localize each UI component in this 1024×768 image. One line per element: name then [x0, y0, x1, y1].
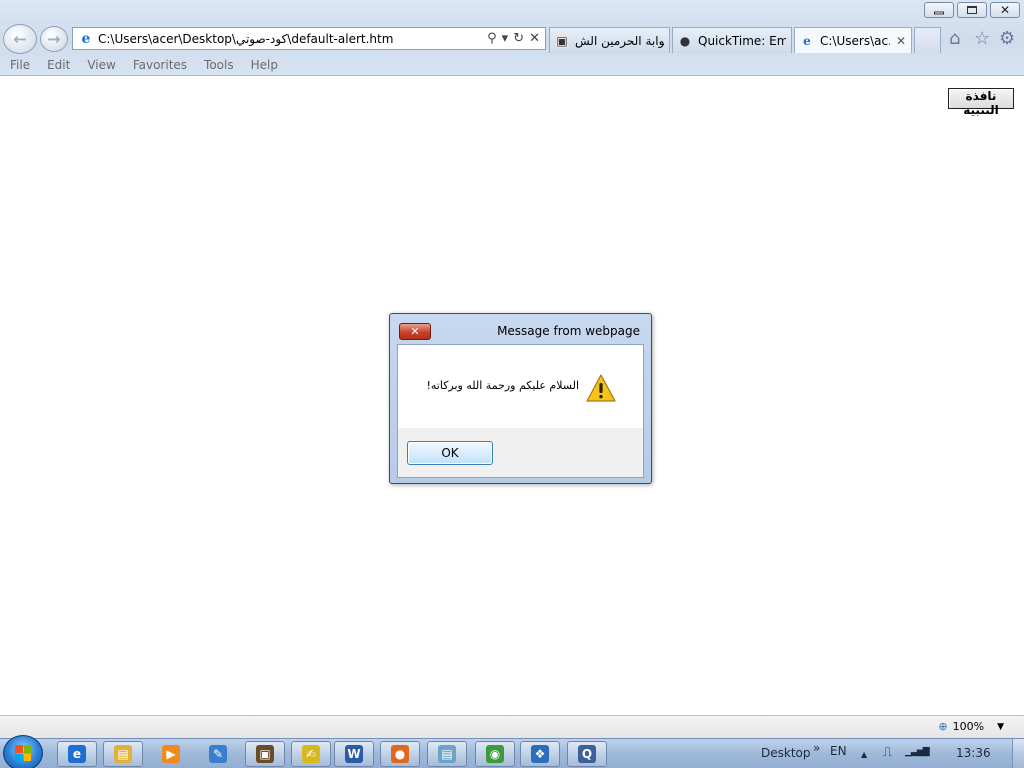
ink-tool-icon: ✍ [302, 745, 320, 763]
tab-title: بوابة الحرمين الش... [575, 33, 664, 48]
menu-favorites[interactable]: Favorites [133, 56, 187, 74]
browser-chrome: ✕ ← → e C:\Users\acer\Desktop\كود-صوتي\d… [0, 0, 1024, 76]
microsoft-word-icon: W [345, 745, 363, 763]
minimize-icon [934, 11, 944, 15]
window-close-button[interactable]: ✕ [990, 2, 1020, 18]
start-button[interactable] [3, 735, 43, 768]
menu-bar: File Edit View Favorites Tools Help [0, 56, 278, 74]
media-player-icon: ▶ [162, 745, 180, 763]
dialog-close-button[interactable]: ✕ [399, 323, 431, 340]
quicktime-icon: Q [578, 745, 596, 763]
stop-icon[interactable]: ✕ [529, 31, 540, 46]
dialog-body: السلام عليكم ورحمة الله وبركاته! OK [397, 344, 644, 478]
dropdown-icon[interactable]: ▾ [502, 31, 509, 46]
photo-app-icon: ▣ [256, 745, 274, 763]
network-signal-icon[interactable]: ▁▃▅▇ [905, 747, 930, 757]
new-tab-button[interactable] [914, 27, 941, 53]
alert-dialog: ✕ Message from webpage السلام عليكم ورحم… [389, 313, 652, 484]
forward-arrow-icon: → [47, 29, 61, 49]
back-button[interactable]: ← [3, 24, 37, 54]
taskbar-quicktime-button[interactable]: Q [567, 741, 607, 767]
taskbar-photo-app-button[interactable]: ▣ [245, 741, 285, 767]
tools-gear-icon[interactable]: ⚙ [999, 28, 1015, 49]
address-tools: ⚲ ▾ ↻ ✕ [487, 31, 545, 46]
taskbar: e ▤ ▶ ✎ ▣ ✍ W ● ▤ ◉ ❖ Q Desktop » EN ▲ ⎍ ▁▃▅▇ 13:36 [0, 735, 1024, 768]
feedback-app-icon: ❖ [531, 745, 549, 763]
menu-edit[interactable]: Edit [47, 56, 70, 74]
taskbar-feedback-app-button[interactable]: ❖ [520, 741, 560, 767]
minimize-button[interactable] [924, 2, 954, 18]
taskbar-paint-button[interactable]: ✎ [198, 741, 238, 767]
dialog-title: Message from webpage [497, 324, 640, 338]
taskbar-google-chrome-button[interactable]: ◉ [475, 741, 515, 767]
home-icon[interactable]: ⌂ [949, 28, 960, 49]
taskbar-firefox-button[interactable]: ● [380, 741, 420, 767]
show-desktop-button[interactable] [1012, 739, 1024, 768]
paint-icon: ✎ [209, 745, 227, 763]
taskbar-ink-tool-button[interactable]: ✍ [291, 741, 331, 767]
taskbar-media-player-button[interactable]: ▶ [151, 741, 191, 767]
language-indicator[interactable]: EN [830, 744, 847, 758]
windows-logo-icon [15, 745, 31, 761]
tray-up-arrow-icon[interactable]: ▲ [861, 750, 867, 759]
forward-button[interactable]: → [40, 26, 68, 52]
tab-title: QuickTime: Em... [698, 33, 786, 48]
menu-view[interactable]: View [87, 56, 115, 74]
firefox-icon: ● [391, 745, 409, 763]
menu-file[interactable]: File [10, 56, 30, 74]
toolbar-chevron-icon[interactable]: » [813, 741, 820, 755]
taskbar-microsoft-word-button[interactable]: W [334, 741, 374, 767]
tab-title: C:\Users\ac... [820, 33, 890, 48]
tab-close-icon[interactable]: ✕ [896, 34, 906, 48]
file-explorer-icon: ▤ [114, 745, 132, 763]
zoom-control[interactable]: ⊕ 100% ▼ [938, 720, 1004, 733]
ie-page-icon: e [81, 30, 91, 47]
refresh-icon[interactable]: ↻ [513, 31, 524, 46]
system-clock[interactable]: 13:36 [956, 746, 991, 760]
dialog-message-area: السلام عليكم ورحمة الله وبركاته! [398, 345, 643, 428]
warning-icon [586, 374, 616, 402]
internet-explorer-icon: e [68, 745, 86, 763]
restore-icon [967, 6, 977, 14]
desktop-toolbar-label[interactable]: Desktop [761, 746, 811, 760]
tab-haramain[interactable]: ▣ بوابة الحرمين الش... [549, 27, 670, 53]
haramain-site-icon: ▣ [555, 33, 569, 48]
alert-window-button[interactable]: نافذة التنبيه [948, 88, 1014, 117]
back-arrow-icon: ← [13, 29, 27, 49]
taskbar-file-explorer-button[interactable]: ▤ [103, 741, 143, 767]
window-controls: ✕ [924, 2, 1020, 18]
google-chrome-icon: ◉ [486, 745, 504, 763]
ok-button[interactable]: OK [407, 441, 493, 465]
zoom-dropdown-icon[interactable]: ▼ [997, 722, 1004, 732]
favorites-star-icon[interactable]: ☆ [974, 28, 990, 49]
search-icon[interactable]: ⚲ [487, 31, 497, 46]
close-icon: ✕ [999, 3, 1011, 17]
menu-help[interactable]: Help [251, 56, 278, 74]
dialog-message: السلام عليكم ورحمة الله وبركاته! [426, 379, 579, 392]
taskbar-notepad-button[interactable]: ▤ [427, 741, 467, 767]
status-bar: ⊕ 100% ▼ [0, 715, 1024, 738]
close-icon: ✕ [410, 325, 420, 338]
ie-page-icon: e [803, 33, 811, 48]
address-bar[interactable]: e C:\Users\acer\Desktop\كود-صوتي\default… [72, 27, 546, 50]
apple-icon: ● [679, 33, 691, 48]
menu-tools[interactable]: Tools [204, 56, 234, 74]
power-icon[interactable]: ⎍ [883, 745, 892, 760]
dialog-footer: OK [398, 428, 643, 477]
notepad-icon: ▤ [438, 745, 456, 763]
address-url[interactable]: C:\Users\acer\Desktop\كود-صوتي\default-a… [98, 32, 487, 46]
zoom-level: 100% [952, 720, 985, 733]
tab-default-alert[interactable]: e C:\Users\ac... ✕ [794, 27, 912, 53]
zoom-icon: ⊕ [938, 720, 948, 733]
taskbar-internet-explorer-button[interactable]: e [57, 741, 97, 767]
tab-quicktime[interactable]: ● QuickTime: Em... [672, 27, 792, 53]
restore-button[interactable] [957, 2, 987, 18]
